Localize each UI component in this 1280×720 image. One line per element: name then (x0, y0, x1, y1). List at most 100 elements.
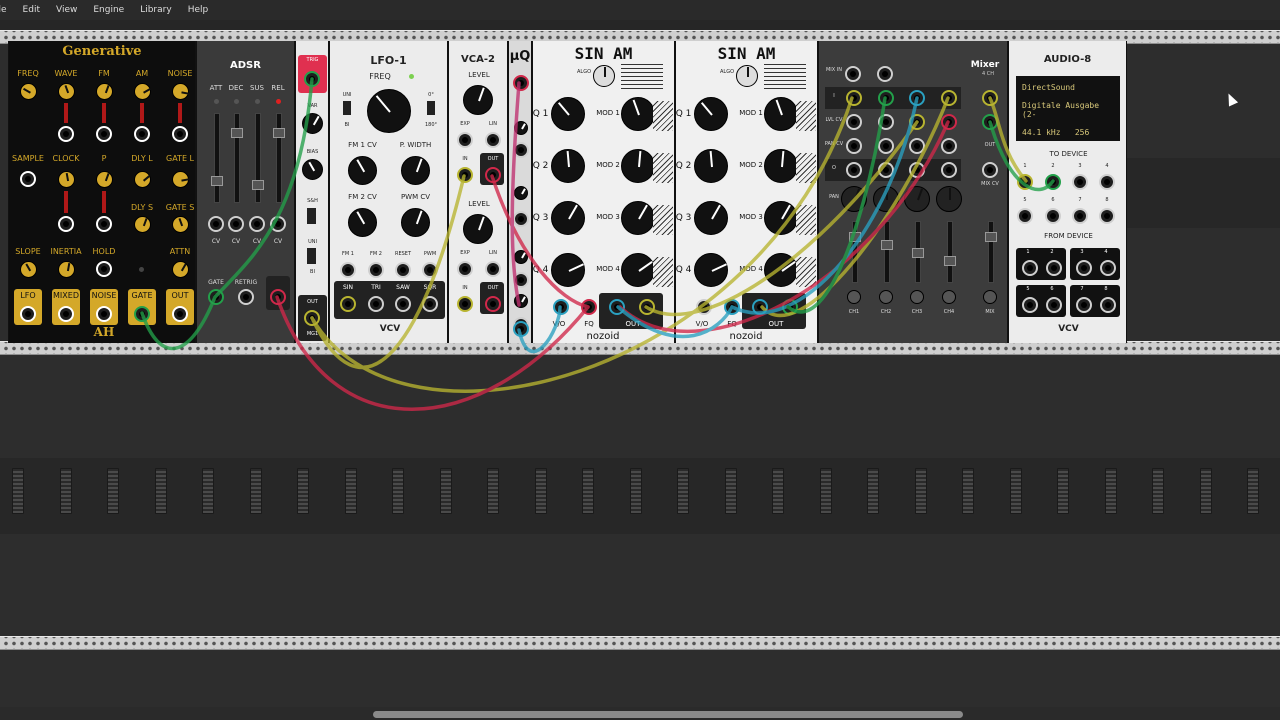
channel-jack[interactable] (941, 138, 957, 154)
vo-input-jack[interactable] (553, 299, 569, 315)
knob-pwm[interactable] (401, 208, 430, 237)
out-output-jack[interactable] (172, 306, 188, 322)
phase-switch[interactable] (427, 101, 435, 115)
knob-row2-3[interactable] (134, 171, 151, 188)
knob-fm1[interactable] (348, 156, 377, 185)
noise-output-jack[interactable] (96, 306, 112, 322)
channel-fader[interactable] (944, 221, 956, 283)
fq-input-jack[interactable] (724, 299, 740, 315)
from-device-jack-2[interactable] (1046, 260, 1062, 276)
menu-engine[interactable]: Engine (85, 5, 132, 15)
out-jack[interactable] (485, 296, 501, 312)
knob-bias[interactable] (302, 159, 323, 180)
trig-input-jack[interactable] (304, 71, 320, 87)
cv-input-jack[interactable] (228, 216, 244, 232)
knob-freq[interactable] (20, 83, 37, 100)
knob-pwidth[interactable] (401, 156, 430, 185)
knob-mod-1[interactable] (764, 97, 798, 131)
mix-in-jack-2[interactable] (877, 66, 893, 82)
fm1-input-jack[interactable] (340, 262, 356, 278)
slider-handle[interactable] (252, 180, 264, 190)
channel-jack[interactable] (909, 162, 925, 178)
knob-gate-s[interactable] (172, 216, 189, 233)
knob-mod-3[interactable] (764, 201, 798, 235)
knob-level-1[interactable] (463, 85, 493, 115)
sample-input-jack[interactable] (20, 171, 36, 187)
channel-jack[interactable] (846, 90, 862, 106)
from-device-jack-8[interactable] (1100, 297, 1116, 313)
to-device-jack-6[interactable] (1045, 208, 1061, 224)
channel-jack[interactable] (909, 114, 925, 130)
audio-device-display[interactable]: DirectSound Digitale Ausgabe (2- 44.1 kH… (1016, 76, 1120, 141)
knob-fq-2[interactable] (551, 149, 585, 183)
mute-button[interactable] (879, 290, 893, 304)
cv-input-jack[interactable] (96, 126, 112, 142)
fq-input-jack[interactable] (581, 299, 597, 315)
vo-input-jack[interactable] (696, 299, 712, 315)
menu-library[interactable]: Library (132, 5, 179, 15)
channel-jack[interactable] (909, 138, 925, 154)
algo-switch[interactable] (736, 65, 758, 87)
slider-handle[interactable] (912, 248, 924, 258)
slider-handle[interactable] (881, 240, 893, 250)
fm2-input-jack[interactable] (368, 262, 384, 278)
from-device-jack-3[interactable] (1076, 260, 1092, 276)
adsr-output-jack[interactable] (270, 289, 286, 305)
lin-input-jack[interactable] (485, 261, 501, 277)
in-jack[interactable] (457, 296, 473, 312)
mu-output-jack[interactable] (513, 321, 529, 337)
gate-output-jack[interactable] (134, 306, 150, 322)
mu-jack[interactable] (513, 142, 529, 158)
out-jack-2[interactable] (782, 299, 798, 315)
knob-row2-4[interactable] (172, 171, 190, 188)
channel-fader[interactable] (849, 221, 861, 283)
cv-input-jack[interactable] (249, 216, 265, 232)
channel-jack[interactable] (941, 114, 957, 130)
knob-mod-2[interactable] (764, 149, 798, 183)
channel-fader[interactable] (881, 221, 893, 283)
menu-help[interactable]: Help (180, 5, 217, 15)
param-slider-att[interactable] (211, 113, 223, 203)
scrollbar-thumb[interactable] (373, 711, 963, 718)
to-device-jack-8[interactable] (1099, 208, 1115, 224)
mix-in-jack[interactable] (845, 66, 861, 82)
mu-knob[interactable] (514, 250, 528, 264)
to-device-jack-2[interactable] (1045, 174, 1061, 190)
to-device-jack-5[interactable] (1017, 208, 1033, 224)
slider-handle[interactable] (231, 128, 243, 138)
exp-input-jack[interactable] (457, 261, 473, 277)
uni-bi-switch[interactable] (343, 101, 351, 115)
param-slider-dec[interactable] (231, 113, 243, 203)
knob-fq-3[interactable] (694, 201, 728, 235)
to-device-jack-1[interactable] (1017, 174, 1033, 190)
knob-mod-2[interactable] (621, 149, 655, 183)
knob-fm[interactable] (96, 83, 113, 100)
channel-jack[interactable] (846, 114, 862, 130)
lin-input-jack[interactable] (485, 132, 501, 148)
knob-am[interactable] (134, 83, 151, 100)
from-device-jack-1[interactable] (1022, 260, 1038, 276)
lfo-output-jack[interactable] (20, 306, 36, 322)
knob-freq[interactable] (367, 89, 411, 133)
mute-button[interactable] (942, 290, 956, 304)
slider-handle[interactable] (985, 232, 997, 242)
knob-dly-s[interactable] (134, 216, 151, 233)
output-jack-l[interactable] (982, 90, 998, 106)
cv-input-jack[interactable] (134, 126, 150, 142)
knob-wave[interactable] (58, 83, 75, 100)
mute-button[interactable] (983, 290, 997, 304)
mu-knob[interactable] (514, 121, 528, 135)
knob-var[interactable] (302, 113, 323, 134)
hold-input-jack[interactable] (96, 261, 112, 277)
knob-fq-3[interactable] (551, 201, 585, 235)
cv-input-jack[interactable] (208, 216, 224, 232)
cv-input-jack[interactable] (96, 216, 112, 232)
sin-output-jack[interactable] (340, 296, 356, 312)
out-jack-1[interactable] (609, 299, 625, 315)
knob-attn[interactable] (172, 261, 189, 278)
from-device-jack-4[interactable] (1100, 260, 1116, 276)
slider-handle[interactable] (273, 128, 285, 138)
param-slider-rel[interactable] (273, 113, 285, 203)
cv-input-jack[interactable] (172, 126, 188, 142)
cv-input-jack[interactable] (270, 216, 286, 232)
